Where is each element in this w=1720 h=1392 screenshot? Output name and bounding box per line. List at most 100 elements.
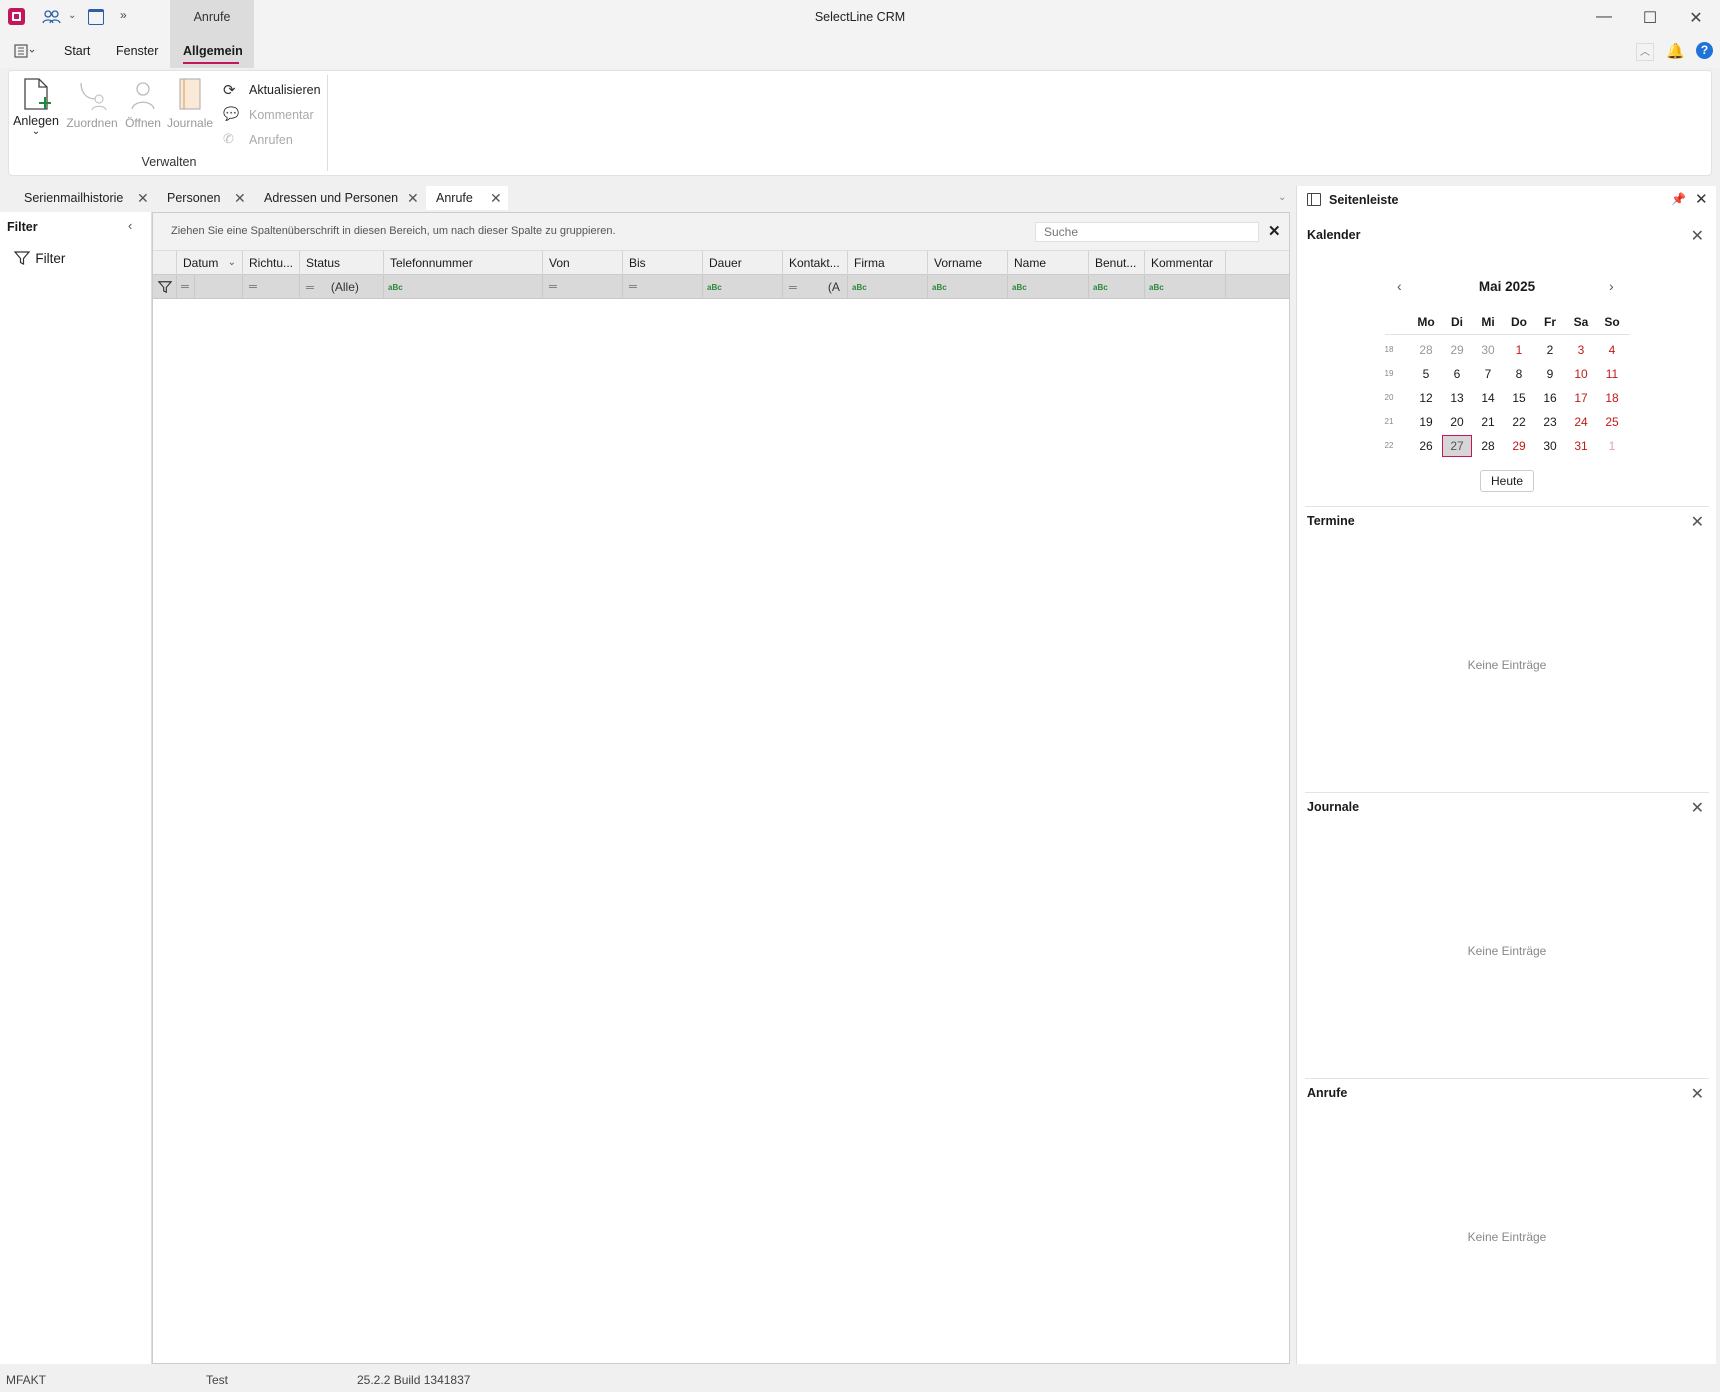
- calendar-day[interactable]: 25: [1597, 410, 1627, 434]
- calendar-day[interactable]: 1: [1504, 338, 1534, 362]
- tab-overflow-icon[interactable]: ⌄: [1278, 186, 1286, 210]
- calendar-day[interactable]: 22: [1504, 410, 1534, 434]
- clear-search-icon[interactable]: ✕: [1268, 222, 1281, 240]
- filter-status[interactable]: ═ (Alle): [300, 275, 384, 299]
- chevron-down-icon[interactable]: ⌄: [68, 10, 76, 21]
- close-tab-anrufe-icon[interactable]: ✕: [490, 186, 502, 210]
- help-icon[interactable]: ?: [1696, 42, 1713, 59]
- anlegen-button[interactable]: Anlegen ⌄: [13, 77, 59, 137]
- filter-telefonnummer[interactable]: aBc: [384, 275, 543, 299]
- calendar-day[interactable]: 5: [1411, 362, 1441, 386]
- calendar-day[interactable]: 15: [1504, 386, 1534, 410]
- filter-datum-operator[interactable]: ═: [177, 275, 195, 299]
- journale-button[interactable]: Journale: [167, 77, 213, 130]
- kommentar-button[interactable]: 💬 Kommentar: [223, 106, 314, 124]
- column-header-bis[interactable]: Bis: [623, 251, 703, 275]
- column-header-kommentar[interactable]: Kommentar: [1145, 251, 1226, 275]
- filter-dauer[interactable]: aBc: [703, 275, 783, 299]
- filter-datum-value[interactable]: [195, 275, 243, 299]
- column-header-benutzer[interactable]: Benut...: [1089, 251, 1145, 275]
- collapse-ribbon-icon[interactable]: ︿: [1636, 43, 1654, 61]
- filter-name[interactable]: aBc: [1008, 275, 1089, 299]
- filter-von[interactable]: ═: [543, 275, 623, 299]
- calendar-day[interactable]: 26: [1411, 434, 1441, 458]
- column-header-richtung[interactable]: Richtu...: [243, 251, 300, 275]
- anrufen-button[interactable]: ✆ Anrufen: [223, 131, 293, 149]
- close-button[interactable]: ✕: [1686, 8, 1706, 28]
- app-menu-icon[interactable]: [14, 44, 36, 58]
- calendar-day[interactable]: 27: [1442, 435, 1472, 457]
- column-header-von[interactable]: Von: [543, 251, 623, 275]
- column-header-telefonnummer[interactable]: Telefonnummer: [384, 251, 543, 275]
- filter-kontakt[interactable]: ═ (A: [783, 275, 848, 299]
- calendar-day[interactable]: 29: [1442, 338, 1472, 362]
- calendar-day[interactable]: 29: [1504, 434, 1534, 458]
- close-kalender-icon[interactable]: ✕: [1691, 226, 1704, 246]
- tab-personen[interactable]: Personen: [167, 186, 221, 210]
- calendar-day[interactable]: 28: [1411, 338, 1441, 362]
- close-anrufe-icon[interactable]: ✕: [1691, 1084, 1704, 1104]
- calendar-day[interactable]: 7: [1473, 362, 1503, 386]
- calendar-day[interactable]: 10: [1566, 362, 1596, 386]
- menu-allgemein[interactable]: Allgemein: [183, 44, 243, 58]
- tab-adressen-und-personen[interactable]: Adressen und Personen: [264, 186, 398, 210]
- close-tab-serienmailhistorie-icon[interactable]: ✕: [137, 186, 149, 210]
- minimize-button[interactable]: —: [1594, 8, 1614, 28]
- calendar-day[interactable]: 11: [1597, 362, 1627, 386]
- bell-icon[interactable]: 🔔: [1666, 42, 1685, 60]
- menu-fenster[interactable]: Fenster: [116, 44, 158, 58]
- close-termine-icon[interactable]: ✕: [1691, 512, 1704, 532]
- grid-body[interactable]: [153, 299, 1289, 1363]
- group-panel[interactable]: Ziehen Sie eine Spaltenüberschrift in di…: [153, 213, 1289, 251]
- calendar-day[interactable]: 28: [1473, 434, 1503, 458]
- overflow-icon[interactable]: »: [120, 8, 127, 22]
- menu-start[interactable]: Start: [64, 44, 90, 58]
- calendar-day[interactable]: 19: [1411, 410, 1441, 434]
- close-tab-personen-icon[interactable]: ✕: [234, 186, 246, 210]
- calendar-day[interactable]: 30: [1535, 434, 1565, 458]
- filter-kommentar[interactable]: aBc: [1145, 275, 1226, 299]
- filter-vorname[interactable]: aBc: [928, 275, 1008, 299]
- aktualisieren-button[interactable]: ⟳ Aktualisieren: [223, 81, 321, 99]
- calendar-day[interactable]: 18: [1597, 386, 1627, 410]
- calendar-month-label[interactable]: Mai 2025: [1297, 279, 1717, 294]
- calendar-day[interactable]: 24: [1566, 410, 1596, 434]
- calendar-day[interactable]: 23: [1535, 410, 1565, 434]
- calendar-day[interactable]: 17: [1566, 386, 1596, 410]
- calendar-icon[interactable]: [88, 9, 104, 25]
- column-header-name[interactable]: Name: [1008, 251, 1089, 275]
- calendar-day[interactable]: 20: [1442, 410, 1472, 434]
- calendar-day[interactable]: 3: [1566, 338, 1596, 362]
- calendar-day[interactable]: 16: [1535, 386, 1565, 410]
- filter-benutzer[interactable]: aBc: [1089, 275, 1145, 299]
- column-header-firma[interactable]: Firma: [848, 251, 928, 275]
- column-header-vorname[interactable]: Vorname: [928, 251, 1008, 275]
- filter-bis[interactable]: ═: [623, 275, 703, 299]
- calendar-day[interactable]: 13: [1442, 386, 1472, 410]
- close-sidebar-icon[interactable]: ✕: [1695, 190, 1708, 208]
- filter-richtung[interactable]: ═: [243, 275, 300, 299]
- column-header-status[interactable]: Status: [300, 251, 384, 275]
- search-input[interactable]: [1035, 222, 1259, 242]
- calendar-day[interactable]: 2: [1535, 338, 1565, 362]
- calendar-day[interactable]: 14: [1473, 386, 1503, 410]
- close-journale-icon[interactable]: ✕: [1691, 798, 1704, 818]
- today-button[interactable]: Heute: [1480, 470, 1534, 492]
- tab-serienmailhistorie[interactable]: Serienmailhistorie: [24, 186, 123, 210]
- column-header-datum[interactable]: Datum ⌄: [177, 251, 243, 275]
- calendar-day[interactable]: 31: [1566, 434, 1596, 458]
- next-month-icon[interactable]: ›: [1609, 278, 1614, 294]
- column-header-dauer[interactable]: Dauer: [703, 251, 783, 275]
- calendar-day[interactable]: 4: [1597, 338, 1627, 362]
- oeffnen-button[interactable]: Öffnen: [123, 77, 163, 130]
- calendar-day[interactable]: 1: [1597, 434, 1627, 458]
- calendar-day[interactable]: 8: [1504, 362, 1534, 386]
- close-tab-adressen-icon[interactable]: ✕: [407, 186, 419, 210]
- contacts-icon[interactable]: [42, 9, 62, 25]
- collapse-filter-icon[interactable]: ‹: [128, 218, 132, 233]
- calendar-day[interactable]: 9: [1535, 362, 1565, 386]
- filter-item[interactable]: Filter: [13, 250, 65, 268]
- column-header-kontakt[interactable]: Kontakt...: [783, 251, 848, 275]
- pin-icon[interactable]: 📌: [1671, 192, 1686, 206]
- maximize-button[interactable]: ☐: [1640, 8, 1660, 28]
